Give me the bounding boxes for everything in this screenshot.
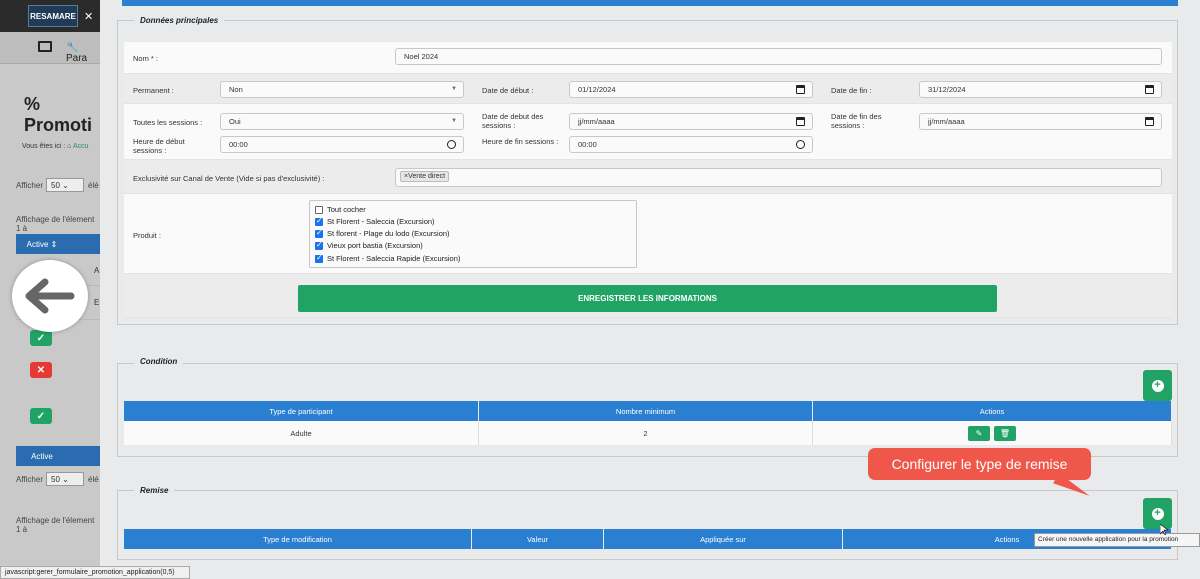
edit-icon[interactable]: ✎ [968, 426, 990, 441]
column-header[interactable] [68, 234, 100, 254]
calendar-icon[interactable] [1145, 85, 1154, 94]
breadcrumb: Vous êtes ici : ⌂ Accu [22, 143, 89, 150]
permanent-select[interactable]: Non ▼ [220, 81, 464, 98]
toutes-sessions-select[interactable]: Oui ▼ [220, 113, 464, 130]
checkbox-produit[interactable]: St Florent - Saleccia Rapide (Excursion) [315, 253, 460, 263]
clock-icon[interactable] [447, 140, 456, 149]
breadcrumb-link[interactable]: Accu [73, 143, 89, 150]
date-debut-label: Date de début : [482, 86, 534, 95]
show-suffix: élé [88, 475, 99, 484]
page-title: % Promoti [24, 94, 93, 135]
form-row-produit [124, 194, 1172, 274]
nav-item-parametres[interactable]: 🔧 Para [66, 42, 100, 64]
legend-condition: Condition [134, 357, 184, 366]
calendar-icon[interactable] [796, 85, 805, 94]
remise-header-appliquee: Appliquée sur [604, 529, 843, 549]
status-active-icon[interactable]: ✓ [30, 408, 52, 424]
date-debut-sessions-label: Date de debut des sessions : [482, 112, 544, 130]
checkbox-produit[interactable]: Vieux port bastia (Excursion) [315, 240, 423, 250]
heure-fin-label: Heure de fin sessions : [482, 137, 559, 146]
plus-circle-icon: + [1151, 379, 1164, 392]
heure-debut-input[interactable]: 00:00 [220, 136, 464, 153]
exclusivite-label: Exclusivité sur Canal de Vente (Vide si … [133, 174, 325, 183]
remise-header-type: Type de modification [124, 529, 472, 549]
condition-header-nombre: Nombre minimum [479, 401, 813, 421]
legend-remise: Remise [134, 486, 175, 495]
status-inactive-icon[interactable]: ✕ [30, 362, 52, 378]
checkbox-icon[interactable] [315, 216, 323, 226]
date-fin-label: Date de fin : [831, 86, 872, 95]
modal-header-bar [122, 0, 1178, 6]
cursor-icon [1160, 524, 1168, 535]
clock-icon[interactable] [796, 140, 805, 149]
status-active-icon[interactable]: ✓ [30, 330, 52, 346]
toutes-sessions-label: Toutes les sessions : [133, 118, 203, 127]
date-fin-input[interactable]: 31/12/2024 [919, 81, 1162, 98]
exclusivite-tag[interactable]: ×Vente direct [400, 171, 450, 182]
date-fin-sessions-label: Date de fin des sessions : [831, 112, 882, 130]
exclusivite-input[interactable]: ×Vente direct [395, 168, 1162, 187]
condition-cell-nombre: 2 [479, 421, 813, 445]
nom-input[interactable]: Noel 2024 [395, 48, 1162, 65]
condition-cell-actions [813, 421, 1172, 445]
delete-icon[interactable]: 🗑 [994, 426, 1016, 441]
checkbox-icon[interactable] [315, 240, 323, 250]
page-size-select[interactable]: 50 ⌄ [46, 472, 84, 486]
expand-icon[interactable]: ✕ [84, 10, 96, 23]
column-footer-active: Active [16, 446, 68, 466]
column-header-active[interactable]: Active ⇕ [16, 234, 68, 254]
display-info: Affichage de l'élement 1 à [16, 516, 95, 534]
add-condition-button[interactable]: + [1143, 370, 1172, 401]
nom-label: Nom * : [133, 54, 159, 63]
heure-debut-label: Heure de début sessions : [133, 137, 185, 155]
callout-annotation: Configurer le type de remise [868, 448, 1091, 480]
save-button[interactable]: ENREGISTRER LES INFORMATIONS [298, 285, 997, 312]
condition-header-actions: Actions [813, 401, 1172, 421]
checkbox-tout-cocher[interactable]: Tout cocher [315, 205, 366, 214]
back-arrow-icon[interactable] [12, 260, 88, 332]
checkbox-icon[interactable] [315, 228, 323, 238]
calendar-icon[interactable] [796, 117, 805, 126]
checkbox-produit[interactable]: St Florent - Saleccia (Excursion) [315, 216, 435, 226]
produit-label: Produit : [133, 231, 161, 240]
date-debut-input[interactable]: 01/12/2024 [569, 81, 813, 98]
show-suffix: élé [88, 181, 99, 190]
fieldset-remise [117, 490, 1178, 560]
remise-header-valeur: Valeur [472, 529, 604, 549]
calendar-icon[interactable] [1145, 117, 1154, 126]
checkbox-icon[interactable] [315, 253, 323, 263]
heure-fin-input[interactable]: 00:00 [569, 136, 813, 153]
checkbox-produit[interactable]: St florent - Plage du lodo (Excursion) [315, 228, 450, 238]
plus-circle-icon: + [1151, 507, 1164, 520]
date-debut-sessions-input[interactable]: jj/mm/aaaa [569, 113, 813, 130]
show-label: Afficher [16, 475, 43, 484]
monitor-icon[interactable] [38, 41, 52, 52]
condition-header-type: Type de participant [124, 401, 479, 421]
display-info: Affichage de l'élement 1 à [16, 215, 95, 233]
top-bar: RESAMARE ✕ [0, 0, 100, 32]
date-fin-sessions-input[interactable]: jj/mm/aaaa [919, 113, 1162, 130]
hover-tooltip: Créer une nouvelle application pour la p… [1034, 533, 1200, 547]
produit-checklist: Tout cocher St Florent - Saleccia (Excur… [309, 200, 637, 268]
permanent-label: Permanent : [133, 86, 174, 95]
nav-bar: 🔧 Para [0, 32, 100, 64]
column-footer [68, 446, 100, 466]
show-label: Afficher [16, 181, 43, 190]
condition-cell-type: Adulte [124, 421, 479, 445]
page-size-select[interactable]: 50 ⌄ [46, 178, 84, 192]
app-logo[interactable]: RESAMARE [28, 5, 78, 27]
checkbox-icon[interactable] [315, 205, 323, 214]
legend-donnees: Données principales [134, 16, 225, 25]
status-bar-url: javascript:gerer_formulaire_promotion_ap… [0, 566, 190, 579]
